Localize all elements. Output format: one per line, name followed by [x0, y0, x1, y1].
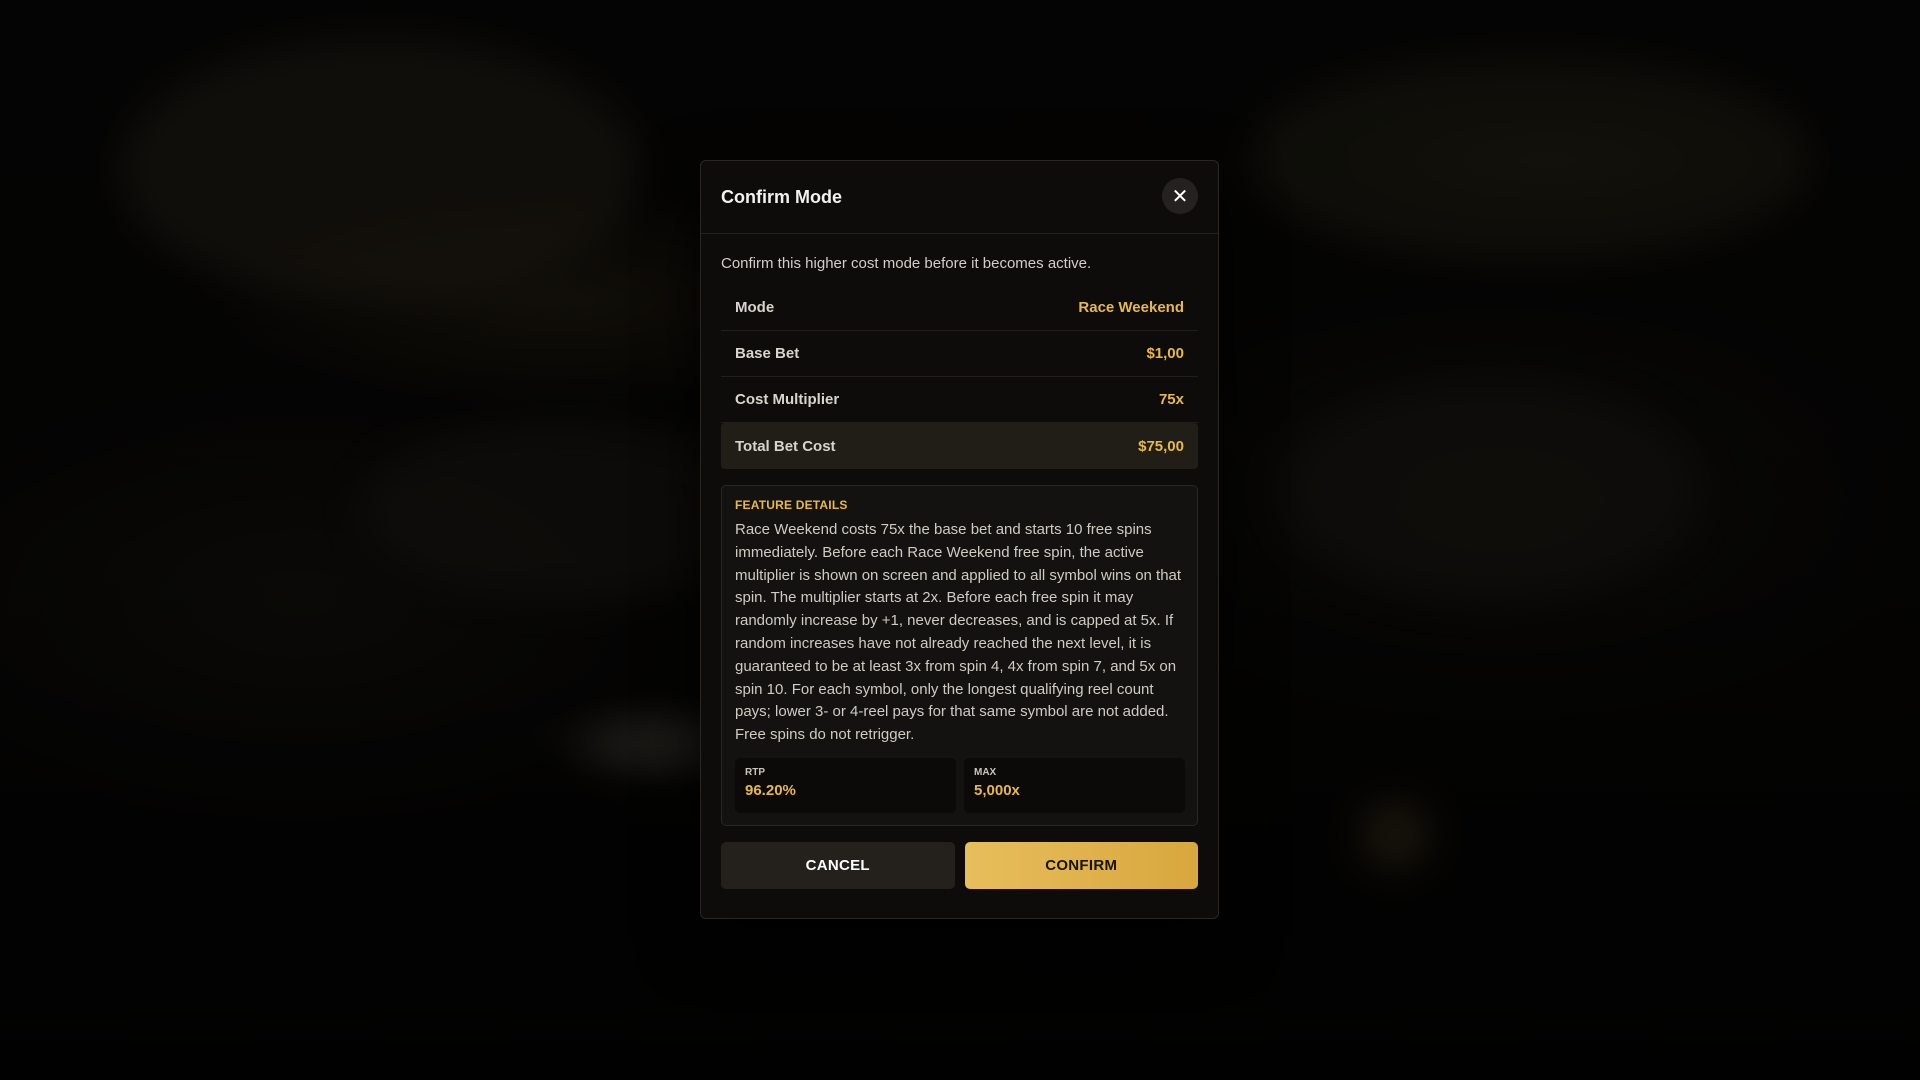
dialog-header: Confirm Mode ✕ [701, 161, 1218, 234]
summary-label: Cost Multiplier [735, 391, 840, 408]
stat-value: 5,000x [974, 781, 1020, 799]
feature-details-panel: FEATURE DETAILS Race Weekend costs 75x t… [721, 485, 1198, 826]
dialog-intro: Confirm this higher cost mode before it … [721, 255, 1092, 272]
dialog-title: Confirm Mode [721, 187, 842, 207]
feature-details-heading: FEATURE DETAILS [735, 498, 848, 512]
stat-label: RTP [745, 766, 765, 778]
cancel-button[interactable]: CANCEL [721, 841, 955, 889]
summary-label: Mode [735, 299, 775, 316]
stat-max: MAX 5,000x [964, 757, 1185, 813]
summary-value: 75x [1158, 391, 1184, 408]
close-icon[interactable]: ✕ [1162, 178, 1198, 214]
confirm-button[interactable]: CONFIRM [964, 841, 1198, 889]
feature-stats: RTP 96.20% MAX 5,000x [735, 757, 1185, 813]
summary-label: Total Bet Cost [735, 437, 836, 455]
bet-summary: Mode Race Weekend Base Bet $1,00 Cost Mu… [721, 285, 1198, 469]
summary-row-total-bet-cost: Total Bet Cost $75,00 [721, 423, 1198, 469]
summary-row-base-bet: Base Bet $1,00 [721, 331, 1198, 377]
summary-row-cost-multiplier: Cost Multiplier 75x [721, 377, 1198, 423]
summary-value: $1,00 [1146, 345, 1184, 362]
summary-value: $75,00 [1138, 437, 1184, 455]
stat-rtp: RTP 96.20% [735, 757, 956, 813]
dialog-body: Confirm this higher cost mode before it … [701, 234, 1218, 889]
stat-value: 96.20% [745, 781, 796, 799]
stat-label: MAX [974, 766, 997, 778]
summary-value: Race Weekend [1078, 299, 1184, 316]
summary-label: Base Bet [735, 345, 800, 362]
dialog-actions: CANCEL CONFIRM [721, 841, 1198, 889]
confirm-mode-dialog: Confirm Mode ✕ Confirm this higher cost … [700, 160, 1219, 919]
feature-details-text: Race Weekend costs 75x the base bet and … [735, 521, 1182, 744]
summary-row-mode: Mode Race Weekend [721, 285, 1198, 331]
